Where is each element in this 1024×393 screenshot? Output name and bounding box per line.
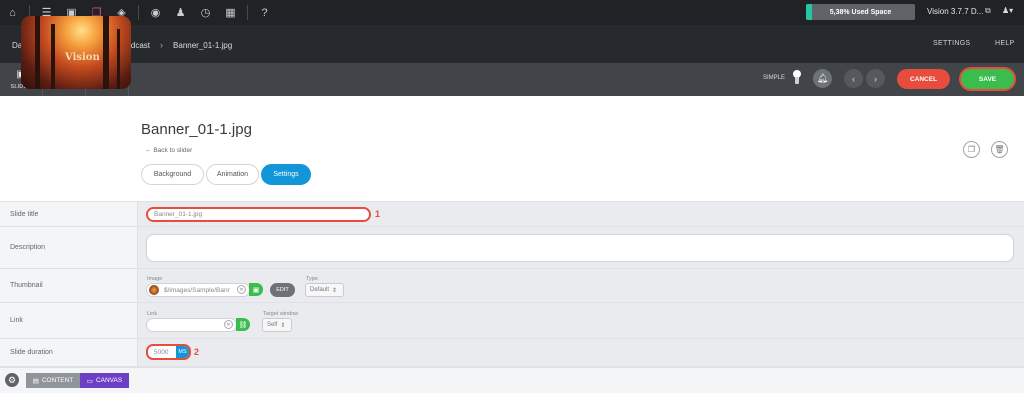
select-arrows-icon: ⇕ (280, 322, 286, 329)
breadcrumb-current: Banner_01-1.jpg (173, 40, 233, 50)
content-label: CONTENT (41, 377, 74, 384)
page-title: Banner_01-1.jpg (141, 121, 252, 138)
cancel-button[interactable]: CANCEL (897, 69, 950, 89)
type-label: Type (306, 276, 318, 282)
tree-shape (103, 16, 109, 89)
chevron-right-icon: › (160, 40, 164, 50)
help-link[interactable]: HELP (995, 40, 1015, 47)
target-window-label: Target window (263, 311, 299, 317)
duplicate-icon[interactable]: ❐ (963, 141, 980, 158)
image-path-input[interactable]: $/images/Sample/Banr (146, 283, 250, 297)
external-link-icon[interactable]: ⧉ (985, 6, 991, 16)
tree-shape (35, 16, 40, 89)
content-mode-button[interactable]: ▤ CONTENT (26, 373, 80, 388)
description-input[interactable] (146, 234, 1014, 262)
slide-title-input[interactable]: Banner_01-1.jpg (146, 207, 371, 222)
target-value: Self (267, 322, 278, 328)
divider (138, 5, 139, 20)
slide-thumbnail: Vision (21, 16, 131, 89)
simple-mode-label: SIMPLE (763, 75, 786, 81)
footer-bar (0, 367, 1024, 393)
slide-title-text: Banner_01-1.jpg (154, 211, 203, 218)
image-field-label: Image (147, 276, 163, 282)
type-value: Default (310, 287, 330, 293)
annotation-marker: 2 (194, 347, 200, 357)
divider (247, 5, 248, 20)
help-icon[interactable]: ? (252, 0, 277, 25)
edit-thumbnail-button[interactable]: EDIT (270, 283, 295, 297)
save-button[interactable]: SAVE (961, 69, 1014, 89)
type-select[interactable]: Default ⇕ (305, 283, 344, 297)
back-label: Back to slider (153, 147, 193, 154)
link-label: Link (0, 303, 138, 338)
clock-icon[interactable]: ◷ (193, 0, 218, 25)
tree-shape (51, 24, 55, 89)
user-menu-icon[interactable]: ♟▾ (1002, 6, 1013, 15)
version-link[interactable]: Vision 3.7.7 D... (927, 7, 983, 16)
clear-icon[interactable]: ✕ (224, 320, 233, 329)
settings-link[interactable]: SETTINGS (933, 40, 970, 47)
canvas-icon: ▭ (86, 377, 93, 385)
breadcrumb-bar: Dashboard › Slider | 1st Broadcast › Ban… (0, 25, 1024, 63)
slide-title-label: Slide title (0, 202, 138, 226)
link-icon[interactable]: ⛓︎ (236, 318, 250, 331)
description-label: Description (0, 227, 138, 268)
previous-slide-button[interactable]: ‹ (844, 69, 863, 88)
back-to-slider-link[interactable]: ← Back to slider (145, 147, 192, 154)
users-icon[interactable]: ♟ (168, 0, 193, 25)
tree-shape (117, 29, 120, 89)
annotation-marker: 1 (375, 209, 381, 219)
used-space-meter[interactable]: 5,38% Used Space (806, 4, 915, 20)
eye-icon[interactable]: ◉ (143, 0, 168, 25)
lightbulb-stem (795, 77, 799, 84)
content-icon: ▤ (32, 377, 39, 385)
trash-icon[interactable]: 🗑︎ (991, 141, 1008, 158)
duration-value: 5000 (154, 348, 169, 356)
target-window-select[interactable]: Self ⇕ (262, 318, 292, 332)
duration-unit-badge: MS (176, 346, 189, 358)
thumbnail-label: Thumbnail (0, 269, 138, 302)
tab-animation[interactable]: Animation (206, 164, 259, 185)
select-arrows-icon: ⇕ (332, 287, 338, 294)
tab-background[interactable]: Background (141, 164, 204, 185)
link-field-label: Link (147, 311, 158, 317)
canvas-mode-button[interactable]: ▭ CANVAS (80, 373, 129, 388)
bell-icon[interactable]: 🔔︎ (813, 69, 832, 88)
slide-duration-label: Slide duration (0, 339, 138, 366)
next-slide-button[interactable]: › (866, 69, 885, 88)
slide-duration-value-cell (138, 339, 1024, 366)
thumbnail-watermark: Vision (65, 52, 100, 63)
canvas-label: CANVAS (95, 377, 123, 384)
tab-settings[interactable]: Settings (261, 164, 311, 185)
image-preview-avatar (149, 285, 159, 295)
grid-icon[interactable]: ▦ (218, 0, 243, 25)
image-picker-icon[interactable]: ▣ (249, 283, 263, 296)
image-path-text: $/images/Sample/Banr (164, 286, 230, 294)
used-space-label: 5,38% Used Space (829, 8, 892, 16)
gear-icon[interactable]: ⚙ (5, 373, 19, 387)
clear-icon[interactable]: ✕ (237, 285, 246, 294)
